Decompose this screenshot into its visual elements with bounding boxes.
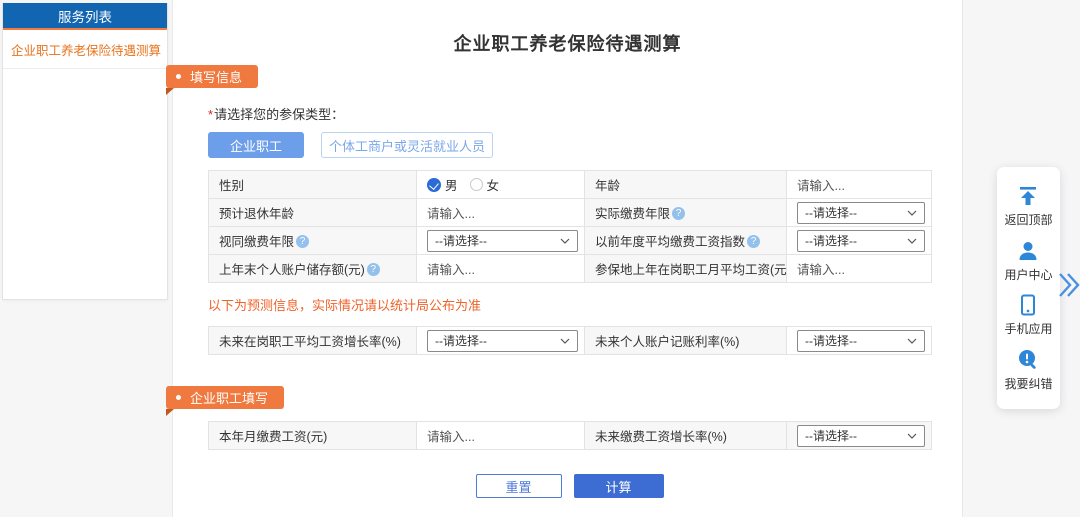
future-wage-growth-label: 未来在岗职工平均工资增长率(%): [209, 327, 417, 355]
badge-bullet: [176, 395, 181, 400]
insured-type-buttons: 企业职工 个体工商户或灵活就业人员: [208, 132, 962, 158]
help-icon[interactable]: ?: [672, 207, 685, 220]
prediction-table: 未来在岗职工平均工资增长率(%) --请选择-- 未来个人账户记账利率(%) -…: [208, 326, 932, 355]
account-balance-label: 上年末个人账户储存额(元)?: [209, 255, 417, 283]
toolbar-expand-chevron[interactable]: [1057, 269, 1080, 306]
toolbar-item-label: 用户中心: [1004, 266, 1052, 283]
deemed-payment-years-select[interactable]: --请选择--: [427, 230, 578, 252]
type-button-enterprise-employee[interactable]: 企业职工: [208, 132, 304, 158]
table-row: 本年月缴费工资(元) 请输入... 未来缴费工资增长率(%) --请选择--: [209, 422, 932, 450]
select-caret-icon: [907, 210, 917, 216]
mobile-app-button[interactable]: 手机应用: [1004, 293, 1052, 337]
future-wage-growth-select[interactable]: --请选择--: [427, 330, 578, 352]
monthly-wage-label: 本年月缴费工资(元): [209, 422, 417, 450]
badge-label: 企业职工填写: [190, 388, 268, 407]
monthly-wage-input[interactable]: 请输入...: [417, 422, 585, 450]
gender-label: 性别: [209, 171, 417, 199]
help-icon[interactable]: ?: [296, 235, 309, 248]
type-button-self-employed[interactable]: 个体工商户或灵活就业人员: [321, 132, 493, 158]
select-caret-icon: [907, 338, 917, 344]
user-icon: [1016, 239, 1040, 263]
age-input[interactable]: 请输入...: [787, 171, 932, 199]
service-list-sidebar: 服务列表 企业职工养老保险待遇测算: [2, 3, 168, 300]
double-chevron-right-icon: [1057, 269, 1080, 301]
table-row: 未来在岗职工平均工资增长率(%) --请选择-- 未来个人账户记账利率(%) -…: [209, 327, 932, 355]
insured-type-label: *请选择您的参保类型：: [208, 104, 962, 123]
retire-age-label: 预计退休年龄: [209, 199, 417, 227]
future-pay-wage-growth-label: 未来缴费工资增长率(%): [585, 422, 787, 450]
toolbar-item-label: 手机应用: [1004, 320, 1052, 337]
help-icon[interactable]: ?: [367, 263, 380, 276]
toolbar-item-label: 返回顶部: [1004, 211, 1052, 228]
retire-age-input[interactable]: 请输入...: [417, 199, 585, 227]
sidebar-header: 服务列表: [3, 3, 167, 30]
radio-checked-icon: [427, 178, 441, 192]
select-caret-icon: [907, 433, 917, 439]
age-label: 年龄: [585, 171, 787, 199]
actual-payment-years-select[interactable]: --请选择--: [797, 202, 925, 224]
local-avg-wage-label: 参保地上年在岗职工月平均工资(元)?: [585, 255, 787, 283]
future-pay-wage-growth-select[interactable]: --请选择--: [797, 425, 925, 447]
badge-bullet: [176, 74, 181, 79]
gender-radio-female[interactable]: 女: [470, 175, 500, 194]
back-to-top-icon: [1016, 184, 1040, 208]
actual-payment-years-label: 实际缴费年限?: [585, 199, 787, 227]
table-row: 预计退休年龄 请输入... 实际缴费年限? --请选择--: [209, 199, 932, 227]
help-icon[interactable]: ?: [747, 235, 760, 248]
future-account-rate-label: 未来个人账户记账利率(%): [585, 327, 787, 355]
table-row: 上年末个人账户储存额(元)? 请输入... 参保地上年在岗职工月平均工资(元)?…: [209, 255, 932, 283]
radio-unchecked-icon: [470, 178, 483, 191]
sidebar-item-pension-calc[interactable]: 企业职工养老保险待遇测算: [3, 30, 167, 69]
future-account-rate-select[interactable]: --请选择--: [797, 330, 925, 352]
back-to-top-button[interactable]: 返回顶部: [1004, 184, 1052, 228]
select-caret-icon: [907, 238, 917, 244]
select-caret-icon: [560, 338, 570, 344]
select-caret-icon: [560, 238, 570, 244]
gender-radio-group: 男 女: [427, 175, 578, 194]
floating-toolbar: 返回顶部 用户中心 手机应用 我要纠错: [997, 167, 1060, 409]
reset-button[interactable]: 重置: [476, 474, 562, 498]
avg-wage-index-select[interactable]: --请选择--: [797, 230, 925, 252]
form-actions: 重置 计算: [208, 474, 931, 498]
user-center-button[interactable]: 用户中心: [1004, 239, 1052, 283]
report-error-button[interactable]: 我要纠错: [1004, 348, 1052, 392]
toolbar-item-label: 我要纠错: [1004, 375, 1052, 392]
deemed-payment-years-label: 视同缴费年限?: [209, 227, 417, 255]
avg-wage-index-label: 以前年度平均缴费工资指数?: [585, 227, 787, 255]
basic-info-table: 性别 男 女 年龄 请输入...: [208, 170, 932, 283]
calculate-button[interactable]: 计算: [574, 474, 664, 498]
phone-icon: [1016, 293, 1040, 317]
company-employee-table: 本年月缴费工资(元) 请输入... 未来缴费工资增长率(%) --请选择--: [208, 421, 932, 450]
gender-radio-male[interactable]: 男: [427, 175, 458, 194]
main-content: 企业职工养老保险待遇测算 填写信息 *请选择您的参保类型： 企业职工 个体工商户…: [172, 0, 963, 517]
section-badge-company-fill: 企业职工填写: [166, 386, 284, 409]
local-avg-wage-input[interactable]: 请输入...: [787, 255, 932, 283]
account-balance-input[interactable]: 请输入...: [417, 255, 585, 283]
table-row: 视同缴费年限? --请选择-- 以前年度平均缴费工资指数? --请选择--: [209, 227, 932, 255]
page-title: 企业职工养老保险待遇测算: [173, 30, 962, 56]
required-asterisk: *: [208, 107, 213, 122]
badge-label: 填写信息: [190, 67, 242, 86]
table-row: 性别 男 女 年龄 请输入...: [209, 171, 932, 199]
prediction-note: 以下为预测信息，实际情况请以统计局公布为准: [208, 295, 962, 314]
section-badge-fill-info: 填写信息: [166, 65, 258, 88]
error-report-icon: [1016, 348, 1040, 372]
